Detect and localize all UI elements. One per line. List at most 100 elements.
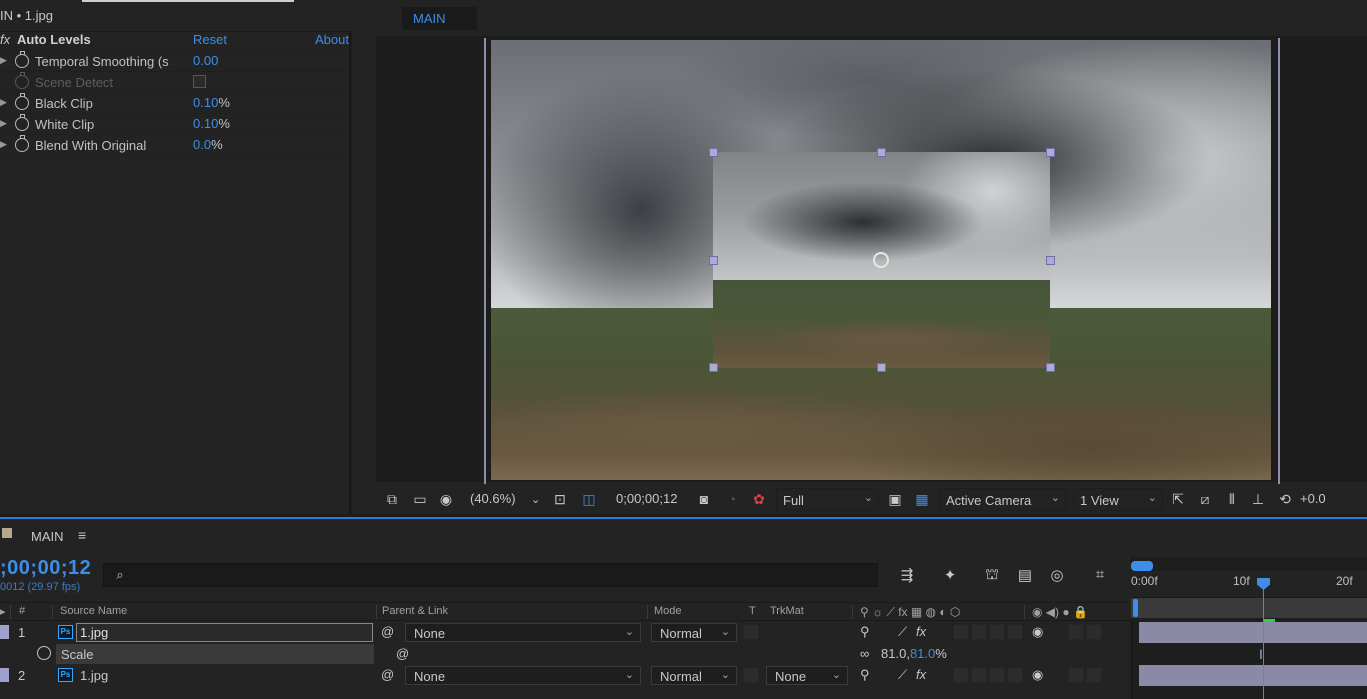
zoom-level[interactable]: (40.6%)	[470, 491, 516, 506]
transform-handle-bottom[interactable]	[877, 363, 886, 372]
3d-layer-toggle[interactable]	[1007, 667, 1023, 683]
scale-values[interactable]: 81.0,81.0%	[881, 646, 947, 661]
preserve-transparency-toggle[interactable]	[743, 667, 759, 683]
view-layout-dropdown[interactable]: 1 View ⌄	[1073, 488, 1163, 511]
stopwatch-icon[interactable]	[15, 135, 29, 152]
timeline-current-time[interactable]: ;00;00;12	[0, 557, 91, 580]
transform-handle-left[interactable]	[709, 256, 718, 265]
switches-header-icons[interactable]: ⚲ ☼ ⟋ fx ▦ ◍ ◐ ⬡	[860, 605, 960, 620]
region-of-interest-icon[interactable]: ⊡	[552, 491, 568, 507]
effect-property-row[interactable]: ▶ White Clip 0.10%	[0, 114, 348, 135]
quality-icon[interactable]: ⟋	[898, 667, 907, 683]
stopwatch-icon[interactable]	[15, 51, 29, 68]
frame-blend-toggle[interactable]	[953, 667, 969, 683]
frame-blending-icon[interactable]: ▤	[1015, 566, 1035, 584]
reset-link[interactable]: Reset	[193, 32, 227, 47]
motion-blur-toggle[interactable]	[971, 624, 987, 640]
chevron-down-icon[interactable]: ⌄	[531, 493, 540, 506]
column-number[interactable]: #	[19, 605, 25, 617]
pick-whip-icon[interactable]: @	[381, 667, 394, 682]
column-parent-link[interactable]: Parent & Link	[382, 605, 448, 617]
timeline-tab-main[interactable]: MAIN	[31, 529, 64, 544]
lock-toggle[interactable]	[1086, 624, 1102, 640]
property-row-scale[interactable]: Scale @ ∞ 81.0,81.0%	[0, 644, 1130, 665]
solo-toggle[interactable]	[1068, 667, 1084, 683]
scale-y-value[interactable]: 81.0	[910, 646, 935, 661]
3d-layer-toggle[interactable]	[1007, 624, 1023, 640]
motion-blur-icon[interactable]: ◎	[1047, 566, 1067, 584]
current-time-indicator[interactable]	[1263, 586, 1264, 699]
scene-detect-checkbox[interactable]	[193, 75, 206, 88]
column-trkmat[interactable]: TrkMat	[770, 605, 804, 617]
transform-handle-top-left[interactable]	[709, 148, 718, 157]
camera-view-dropdown[interactable]: Active Camera ⌄	[939, 488, 1066, 511]
show-snapshot-icon[interactable]: ◔	[724, 491, 740, 507]
effect-property-row[interactable]: Scene Detect	[0, 72, 348, 93]
motion-blur-toggle[interactable]	[971, 667, 987, 683]
current-timecode[interactable]: 0;00;00;12	[616, 491, 677, 506]
lock-toggle[interactable]	[1086, 667, 1102, 683]
constrain-proportions-icon[interactable]: ∞	[860, 646, 869, 661]
reset-view-icon[interactable]: ⇱	[1170, 491, 1186, 507]
comp-flowchart-icon[interactable]: ⊥	[1250, 491, 1266, 507]
adjustment-layer-toggle[interactable]	[989, 624, 1005, 640]
work-area-bar[interactable]	[1131, 598, 1367, 618]
layer-row[interactable]: 2 Ps 1.jpg @ None ⌄ Normal ⌄ None ⌄ ⚲ ⟋ fx …	[0, 665, 1130, 686]
column-t[interactable]: T	[749, 605, 756, 617]
parent-dropdown[interactable]: None ⌄	[405, 623, 641, 642]
exposure-value[interactable]: +0.0	[1300, 491, 1326, 506]
resolution-dropdown[interactable]: Full ⌄	[776, 488, 879, 511]
transparency-grid-icon[interactable]: ◫	[581, 491, 597, 507]
blend-mode-dropdown[interactable]: Normal ⌄	[651, 623, 737, 642]
layer-label-color[interactable]	[0, 625, 9, 639]
exposure-reset-icon[interactable]: ⟲	[1277, 491, 1293, 507]
pick-whip-icon[interactable]: @	[381, 624, 394, 639]
draft-3d-toggle-icon[interactable]: ✦	[940, 566, 960, 584]
mask-visibility-icon[interactable]: ◉	[438, 491, 454, 507]
tab-composition-main[interactable]: MAIN	[402, 7, 477, 30]
frame-blend-toggle[interactable]	[953, 624, 969, 640]
column-source-name[interactable]: Source Name	[60, 605, 127, 617]
expand-triangle-icon[interactable]: ▶	[0, 97, 7, 108]
eye-icon[interactable]: ◉	[1032, 624, 1043, 640]
layer-name[interactable]: 1.jpg	[80, 668, 108, 683]
camera-snapshot-icon[interactable]: ◙	[696, 491, 712, 507]
property-value[interactable]: 0.10	[193, 95, 218, 110]
solo-toggle[interactable]	[1068, 624, 1084, 640]
toggle-transparency-icon[interactable]: ▦	[914, 491, 930, 507]
fx-icon[interactable]: fx	[0, 32, 10, 47]
fx-icon[interactable]: fx	[916, 667, 926, 682]
about-link[interactable]: About	[315, 32, 349, 47]
time-navigator-handle[interactable]	[1131, 561, 1153, 571]
transform-handle-top-right[interactable]	[1046, 148, 1055, 157]
composition-canvas[interactable]	[491, 40, 1271, 480]
panel-menu-icon[interactable]: ≡	[78, 527, 86, 543]
property-value-group[interactable]: 0.10%	[193, 116, 230, 131]
property-value-group[interactable]: 0.10%	[193, 95, 230, 110]
stopwatch-icon[interactable]	[37, 646, 51, 660]
property-value[interactable]: 0.0	[193, 137, 211, 152]
work-area-start-handle[interactable]	[1133, 599, 1138, 617]
fast-previews-icon[interactable]: ▣	[887, 491, 903, 507]
transform-handle-bottom-left[interactable]	[709, 363, 718, 372]
flowchart-icon[interactable]: ⫴	[1224, 491, 1240, 507]
property-value[interactable]: 0.10	[193, 116, 218, 131]
property-value[interactable]: 0.00	[193, 53, 218, 68]
column-mode[interactable]: Mode	[654, 605, 682, 617]
composition-navigator-icon[interactable]: ⇶	[897, 566, 917, 584]
blend-mode-dropdown[interactable]: Normal ⌄	[651, 666, 737, 685]
expand-triangle-icon[interactable]: ▶	[0, 55, 7, 66]
layer-label-color[interactable]	[0, 668, 9, 682]
anchor-point-icon[interactable]	[873, 252, 889, 268]
always-preview-icon[interactable]: ⧉	[384, 491, 400, 507]
transform-handle-right[interactable]	[1046, 256, 1055, 265]
layer-search-input[interactable]: ⌕	[103, 563, 878, 587]
preserve-transparency-toggle[interactable]	[743, 624, 759, 640]
adjustment-layer-toggle[interactable]	[989, 667, 1005, 683]
fx-icon[interactable]: fx	[916, 624, 926, 639]
transform-handle-bottom-right[interactable]	[1046, 363, 1055, 372]
stopwatch-icon[interactable]	[15, 114, 29, 131]
effect-property-row[interactable]: ▶ Black Clip 0.10%	[0, 93, 348, 114]
trkmat-dropdown[interactable]: None ⌄	[766, 666, 848, 685]
pick-whip-icon[interactable]: @	[396, 646, 409, 661]
